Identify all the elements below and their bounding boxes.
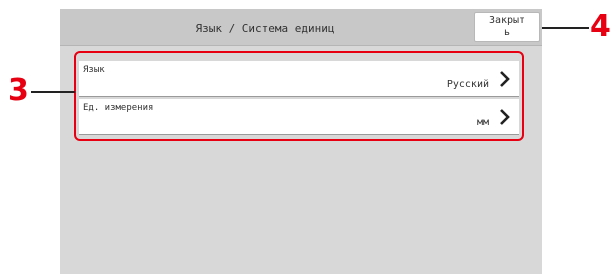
callout-line-list — [31, 91, 75, 93]
close-button[interactable]: Закрыт ь — [474, 12, 540, 42]
top-bar: Язык / Система единиц Закрыт ь — [60, 9, 542, 46]
list-highlight-frame — [74, 51, 524, 141]
page-title: Язык / Система единиц — [195, 21, 335, 35]
callout-line-close — [542, 27, 589, 29]
callout-number-close: 4 — [590, 9, 611, 44]
callout-number-list: 3 — [8, 73, 29, 108]
device-screen: Язык / Система единиц Закрыт ь — [60, 9, 542, 274]
